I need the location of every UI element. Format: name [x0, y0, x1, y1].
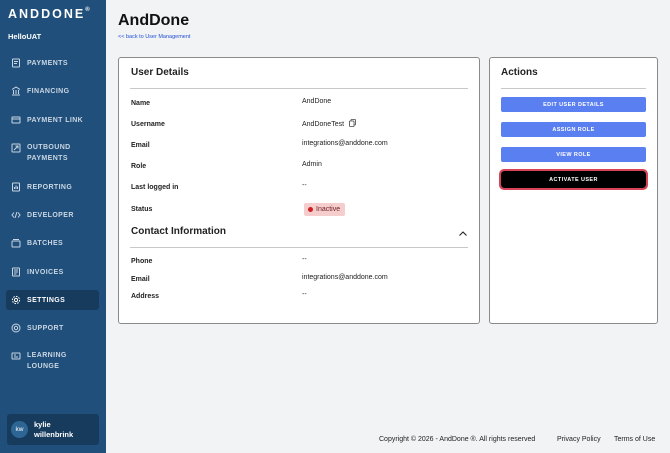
sidebar-item-label: REPORTING — [27, 183, 73, 191]
field-value-phone: -- — [302, 256, 307, 263]
sidebar-item-label: DEVELOPER — [27, 211, 74, 219]
sidebar-item-label: INVOICES — [27, 268, 64, 276]
field-label-contact-email: Email — [131, 276, 150, 283]
sidebar-item-settings[interactable]: SETTINGS — [6, 290, 99, 310]
field-value-role: Admin — [302, 161, 322, 168]
actions-divider — [501, 88, 646, 89]
sidebar-item-support[interactable]: SUPPORT — [6, 322, 99, 334]
user-first-name: kylie — [34, 419, 51, 429]
reporting-icon — [11, 182, 21, 192]
sidebar-item-label: SETTINGS — [27, 296, 66, 304]
sidebar-item-label: LEARNING LOUNGE — [27, 350, 67, 372]
gear-icon — [11, 295, 21, 305]
brand-name: ANDDONE — [8, 7, 86, 21]
sidebar-item-learning-lounge[interactable]: LEARNING LOUNGE — [6, 350, 99, 372]
field-label-email: Email — [131, 142, 150, 149]
field-label-name: Name — [131, 100, 151, 107]
sidebar-item-batches[interactable]: BATCHES — [6, 237, 99, 249]
edit-user-details-button[interactable]: EDIT USER DETAILS — [501, 97, 646, 112]
contact-info-divider — [130, 247, 468, 248]
back-to-user-management-link[interactable]: << back to User Management — [118, 34, 190, 40]
outbound-payments-icon — [11, 143, 21, 153]
page-title: AndDone — [118, 12, 190, 29]
user-details-divider — [130, 88, 468, 89]
footer-copyright: Copyright © 2026 - AndDone ®. All rights… — [379, 436, 536, 443]
username-text: AndDoneTest — [302, 121, 345, 128]
field-value-name: AndDone — [302, 98, 332, 105]
sidebar-item-label-line2: LOUNGE — [27, 363, 60, 370]
field-value-username: AndDoneTest — [302, 119, 356, 128]
user-last-name: willenbrink — [34, 429, 74, 439]
privacy-policy-link[interactable]: Privacy Policy — [557, 436, 601, 443]
field-label-status: Status — [131, 206, 153, 213]
learning-icon — [11, 351, 21, 361]
brand-registered-mark: ® — [85, 7, 90, 13]
avatar: kw — [11, 421, 28, 438]
support-icon — [11, 323, 21, 333]
payments-icon — [11, 58, 21, 68]
actions-title: Actions — [501, 67, 538, 78]
field-label-address: Address — [131, 293, 160, 300]
tenant-name: HelloUAT — [8, 32, 42, 41]
invoices-icon — [11, 267, 21, 277]
field-value-contact-email: integrations@anddone.com — [302, 274, 388, 281]
batches-icon — [11, 238, 21, 248]
field-label-role: Role — [131, 163, 147, 170]
sidebar-item-payments[interactable]: PAYMENTS — [6, 57, 99, 69]
field-value-email: integrations@anddone.com — [302, 140, 388, 147]
sidebar: ANDDONE® HelloUAT PAYMENTS FINANCING PAY… — [0, 0, 106, 453]
field-value-last-logged-in: -- — [302, 182, 307, 189]
code-icon — [11, 210, 21, 220]
user-details-title: User Details — [131, 67, 189, 78]
status-badge: Inactive — [304, 203, 346, 216]
view-role-button[interactable]: VIEW ROLE — [501, 147, 646, 162]
terms-of-use-link[interactable]: Terms of Use — [614, 436, 655, 443]
brand-logo[interactable]: ANDDONE® — [8, 7, 90, 21]
sidebar-item-label: PAYMENTS — [27, 59, 68, 67]
payment-link-icon — [11, 115, 21, 125]
sidebar-item-outbound-payments[interactable]: OUTBOUND PAYMENTS — [6, 142, 99, 164]
user-name: kylie willenbrink — [34, 420, 73, 440]
sidebar-item-label-line2: PAYMENTS — [27, 155, 68, 162]
sidebar-item-label: SUPPORT — [27, 324, 64, 332]
field-label-username: Username — [131, 121, 165, 128]
field-value-address: -- — [302, 291, 307, 298]
sidebar-item-financing[interactable]: FINANCING — [6, 85, 99, 97]
sidebar-item-reporting[interactable]: REPORTING — [6, 181, 99, 193]
sidebar-item-payment-link[interactable]: PAYMENT LINK — [6, 114, 99, 126]
status-badge-text: Inactive — [316, 206, 341, 213]
bank-icon — [11, 86, 21, 96]
field-label-last-logged-in: Last logged in — [131, 184, 179, 191]
field-label-phone: Phone — [131, 258, 153, 265]
user-profile-card[interactable]: kw kylie willenbrink — [7, 414, 99, 445]
status-dot-icon — [308, 207, 313, 212]
sidebar-item-label-line1: LEARNING — [27, 352, 67, 359]
activate-user-button[interactable]: ACTIVATE USER — [499, 169, 648, 190]
sidebar-item-label: FINANCING — [27, 87, 70, 95]
copy-icon[interactable] — [349, 119, 356, 127]
assign-role-button[interactable]: ASSIGN ROLE — [501, 122, 646, 137]
sidebar-item-label-line1: OUTBOUND — [27, 144, 71, 151]
sidebar-item-label: OUTBOUND PAYMENTS — [27, 142, 71, 164]
sidebar-item-label: BATCHES — [27, 239, 64, 247]
sidebar-item-developer[interactable]: DEVELOPER — [6, 209, 99, 221]
sidebar-item-label: PAYMENT LINK — [27, 116, 84, 124]
contact-info-title: Contact Information — [131, 226, 226, 237]
chevron-up-icon[interactable] — [458, 226, 468, 236]
sidebar-item-invoices[interactable]: INVOICES — [6, 266, 99, 278]
